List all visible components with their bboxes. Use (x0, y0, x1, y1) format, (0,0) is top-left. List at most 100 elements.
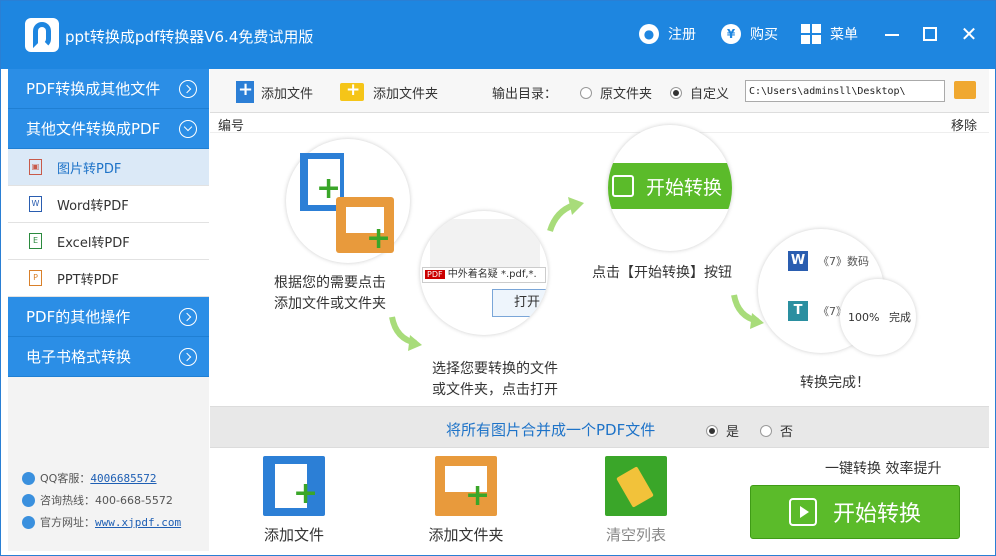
merge-option-bar: 将所有图片合并成一个PDF文件 是 否 (210, 406, 989, 448)
progress-bubble: 100% 完成 (840, 279, 916, 355)
step1-bubble: + + (286, 139, 410, 263)
site-link[interactable]: www.xjpdf.com (95, 516, 181, 529)
merge-text: 将所有图片合并成一个PDF文件 (446, 421, 656, 439)
contact-site: 官方网址： www.xjpdf.com (22, 514, 181, 530)
bubble-start-label: 开始转换 (646, 176, 723, 199)
sidebar-item-word-to-pdf[interactable]: W Word转PDF (8, 186, 209, 223)
user-icon: ● (639, 24, 659, 44)
merge-no-radio[interactable]: 否 (760, 421, 793, 440)
output-dir-label: 输出目录： (492, 87, 558, 102)
word-file-icon: W (29, 196, 42, 212)
add-folder-icon (340, 80, 364, 101)
sidebar-item-label: 图片转PDF (57, 161, 122, 177)
register-button[interactable]: ● 注册 (639, 23, 696, 45)
word-icon: W (788, 251, 808, 271)
add-folder-button[interactable]: 添加文件夹 (340, 80, 439, 103)
sidebar-item-image-to-pdf[interactable]: ▣ 图片转PDF (8, 149, 209, 186)
merge-yes-label: 是 (726, 425, 740, 440)
bubble-item1: 《7》数码 (818, 255, 869, 268)
sidebar-item-label: Word转PDF (57, 198, 129, 214)
step1-text: 根据您的需要点击 添加文件或文件夹 (274, 275, 386, 312)
app-title: ppt转换成pdf转换器V6.4免费试用版 (65, 28, 314, 46)
qq-link[interactable]: 4006685572 (90, 472, 156, 485)
file-list-header: 编号 移除 (210, 113, 989, 134)
bubble-start-button: 开始转换 (608, 163, 732, 209)
ppt-file-icon: P (29, 270, 42, 286)
phone-value: 400-668-5572 (95, 493, 173, 507)
add-folder-label: 添加文件夹 (373, 86, 439, 102)
usage-guide: + + 根据您的需要点击 添加文件或文件夹 PDF 中外着名疑 *.pdf,*.… (210, 125, 989, 406)
play-icon (612, 175, 634, 197)
file-name-field: PDF 中外着名疑 *.pdf,*. (422, 267, 546, 283)
radio-source-folder[interactable]: 原文件夹 (580, 83, 652, 102)
contact-qq: QQ客服： 4006685572 (22, 470, 157, 486)
site-label: 官方网址： (40, 516, 95, 529)
qq-icon (22, 471, 35, 485)
chevron-right-icon (179, 80, 197, 98)
buy-button[interactable]: ¥ 购买 (721, 23, 778, 45)
bubble-file-text: 中外着名疑 (447, 269, 498, 280)
radio-dot-selected (706, 424, 718, 437)
play-icon (788, 498, 817, 526)
arrow-up-right-icon (547, 197, 584, 232)
clear-list-button[interactable]: 清空列表 (576, 456, 696, 545)
clear-list-label: 清空列表 (605, 526, 666, 544)
step3-bubble: 开始转换 (608, 125, 732, 251)
close-button[interactable]: ✕ (958, 23, 980, 45)
register-label: 注册 (668, 27, 696, 43)
browse-folder-icon[interactable] (954, 81, 976, 99)
sidebar-category-label: PDF的其他操作 (26, 308, 131, 326)
radio-source-label: 原文件夹 (600, 87, 653, 102)
output-path-input[interactable] (745, 80, 945, 102)
add-file-label: 添加文件 (261, 86, 314, 102)
app-window: ppt转换成pdf转换器V6.4免费试用版 ● 注册 ¥ 购买 菜单 ✕ PDF… (0, 0, 996, 556)
bottom-add-folder-button[interactable]: + 添加文件夹 (406, 456, 526, 545)
title-bar: ppt转换成pdf转换器V6.4免费试用版 ● 注册 ¥ 购买 菜单 ✕ (1, 1, 995, 69)
menu-grid-icon (801, 24, 821, 44)
maximize-button[interactable] (919, 23, 941, 45)
plus-icon: + (316, 171, 342, 206)
step4-text: 转换完成！ (800, 375, 870, 391)
sidebar: PDF转换成其他文件 其他文件转换成PDF ▣ 图片转PDF W Word转PD… (8, 69, 209, 551)
step2-bubble: PDF 中外着名疑 *.pdf,*. 打开 (420, 211, 548, 335)
column-remove[interactable]: 移除 (951, 115, 977, 134)
progress-done: 完成 (888, 311, 911, 324)
sidebar-category-ebook[interactable]: 电子书格式转换 (8, 337, 209, 377)
toolbar: 添加文件 添加文件夹 输出目录： 原文件夹 自定义 (210, 69, 989, 113)
phone-label: 咨询热线： (40, 494, 95, 507)
radio-dot (580, 86, 592, 99)
add-file-button[interactable]: 添加文件 (236, 79, 314, 103)
excel-file-icon: E (29, 233, 42, 249)
merge-yes-radio[interactable]: 是 (706, 421, 739, 440)
app-logo-icon (25, 18, 59, 52)
radio-custom-folder[interactable]: 自定义 (670, 83, 729, 102)
sidebar-category-label: 电子书格式转换 (26, 348, 132, 366)
folder-icon: + (336, 197, 394, 254)
sidebar-item-ppt-to-pdf[interactable]: P PPT转PDF (8, 260, 209, 297)
chevron-down-icon (179, 120, 197, 138)
radio-custom-label: 自定义 (690, 87, 730, 102)
sidebar-category-pdf-other-ops[interactable]: PDF的其他操作 (8, 297, 209, 337)
sidebar-category-pdf-to-other[interactable]: PDF转换成其他文件 (8, 69, 209, 109)
ie-icon (22, 515, 35, 529)
sidebar-item-excel-to-pdf[interactable]: E Excel转PDF (8, 223, 209, 260)
open-button: 打开 (492, 289, 548, 317)
radio-dot (760, 424, 772, 437)
minimize-button[interactable] (881, 23, 903, 45)
progress-value: 100% 完成 (848, 309, 911, 325)
add-folder-large-icon: + (435, 456, 497, 516)
start-convert-button[interactable]: 开始转换 (750, 485, 960, 539)
sidebar-category-label: 其他文件转换成PDF (26, 120, 161, 138)
bottom-add-file-label: 添加文件 (263, 526, 324, 544)
radio-dot-selected (670, 86, 682, 99)
sidebar-category-label: PDF转换成其他文件 (26, 80, 161, 98)
bottom-add-folder-label: 添加文件夹 (428, 526, 504, 544)
arrow-down-right-icon (389, 316, 422, 351)
menu-label: 菜单 (830, 27, 858, 43)
bottom-add-file-button[interactable]: + 添加文件 (234, 456, 354, 545)
person-icon (22, 493, 35, 507)
image-file-icon: ▣ (29, 159, 42, 175)
menu-button[interactable]: 菜单 (801, 23, 858, 45)
progress-percent: 100% (848, 311, 880, 324)
sidebar-category-other-to-pdf[interactable]: 其他文件转换成PDF (8, 109, 209, 149)
